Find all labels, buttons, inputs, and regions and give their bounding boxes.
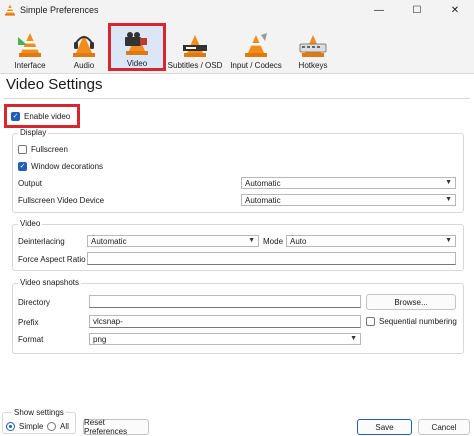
- unchecked-box-icon: [366, 317, 375, 326]
- vlc-cone-icon: [5, 4, 15, 16]
- fullscreen-device-label: Fullscreen Video Device: [18, 196, 105, 205]
- title-bar: Simple Preferences — ☐ ✕: [0, 0, 474, 20]
- reset-preferences-button[interactable]: Reset Preferences: [83, 418, 149, 436]
- unchecked-box-icon: [18, 145, 27, 154]
- aspect-ratio-input[interactable]: [87, 252, 456, 265]
- window-title: Simple Preferences: [20, 5, 99, 15]
- hotkeys-cone-icon: [299, 35, 327, 57]
- output-label: Output: [18, 179, 43, 188]
- save-button[interactable]: Save: [357, 419, 412, 435]
- tab-input-codecs[interactable]: Input / Codecs: [228, 26, 284, 70]
- tab-subtitles-osd[interactable]: Subtitles / OSD: [168, 26, 222, 70]
- tab-interface[interactable]: Interface: [8, 26, 52, 70]
- tab-video[interactable]: Video: [108, 23, 166, 71]
- dropdown-arrow-icon: ▼: [445, 196, 452, 203]
- browse-button[interactable]: Browse...: [366, 294, 456, 310]
- directory-label: Directory: [18, 298, 51, 307]
- aspect-ratio-label: Force Aspect Ratio: [18, 255, 86, 264]
- format-select[interactable]: png ▼: [89, 333, 361, 345]
- show-settings-simple-radio[interactable]: Simple: [6, 422, 43, 431]
- maximize-button[interactable]: ☐: [398, 0, 436, 20]
- heading-divider: [4, 98, 470, 99]
- mode-select[interactable]: Auto ▼: [286, 235, 456, 247]
- show-settings-all-radio[interactable]: All: [47, 422, 69, 431]
- checkmark-icon: ✓: [18, 162, 27, 171]
- cancel-button[interactable]: Cancel: [418, 419, 470, 435]
- video-snapshots-group-title: Video snapshots: [18, 278, 82, 287]
- deinterlacing-select[interactable]: Automatic ▼: [87, 235, 259, 247]
- format-label: Format: [18, 335, 44, 344]
- directory-input[interactable]: [89, 295, 361, 308]
- display-group-title: Display: [18, 128, 49, 137]
- dropdown-arrow-icon: ▼: [445, 237, 452, 244]
- input-codecs-cone-icon: [245, 33, 267, 57]
- prefix-label: Prefix: [18, 318, 39, 327]
- page-title: Video Settings: [6, 76, 103, 93]
- dropdown-arrow-icon: ▼: [445, 179, 452, 186]
- fullscreen-checkbox[interactable]: Fullscreen: [18, 145, 68, 154]
- tab-audio[interactable]: Audio: [66, 26, 102, 70]
- fullscreen-device-select[interactable]: Automatic ▼: [241, 194, 456, 206]
- radio-selected-icon: [6, 422, 15, 431]
- sequential-numbering-checkbox[interactable]: Sequential numbering: [366, 317, 457, 326]
- radio-unselected-icon: [47, 422, 56, 431]
- deinterlacing-label: Deinterlacing: [18, 237, 65, 246]
- dropdown-arrow-icon: ▼: [248, 237, 255, 244]
- audio-cone-icon: [73, 35, 95, 57]
- subtitles-cone-icon: [183, 35, 207, 57]
- dropdown-arrow-icon: ▼: [350, 335, 357, 342]
- category-toolbar: Interface Audio Video Subtitles / OSD In…: [0, 20, 474, 74]
- show-settings-title: Show settings: [12, 408, 66, 417]
- close-button[interactable]: ✕: [436, 0, 474, 20]
- checkmark-icon: ✓: [11, 111, 20, 121]
- prefix-input[interactable]: vlcsnap-: [89, 315, 361, 328]
- output-select[interactable]: Automatic ▼: [241, 177, 456, 189]
- enable-video-checkbox[interactable]: ✓ Enable video: [4, 104, 80, 128]
- video-cone-icon: [125, 32, 148, 55]
- interface-cone-icon: [18, 33, 41, 57]
- window-decorations-checkbox[interactable]: ✓ Window decorations: [18, 162, 103, 171]
- tab-hotkeys[interactable]: Hotkeys: [294, 26, 332, 70]
- mode-label: Mode: [263, 237, 284, 246]
- video-group-title: Video: [18, 219, 43, 228]
- minimize-button[interactable]: —: [360, 0, 398, 20]
